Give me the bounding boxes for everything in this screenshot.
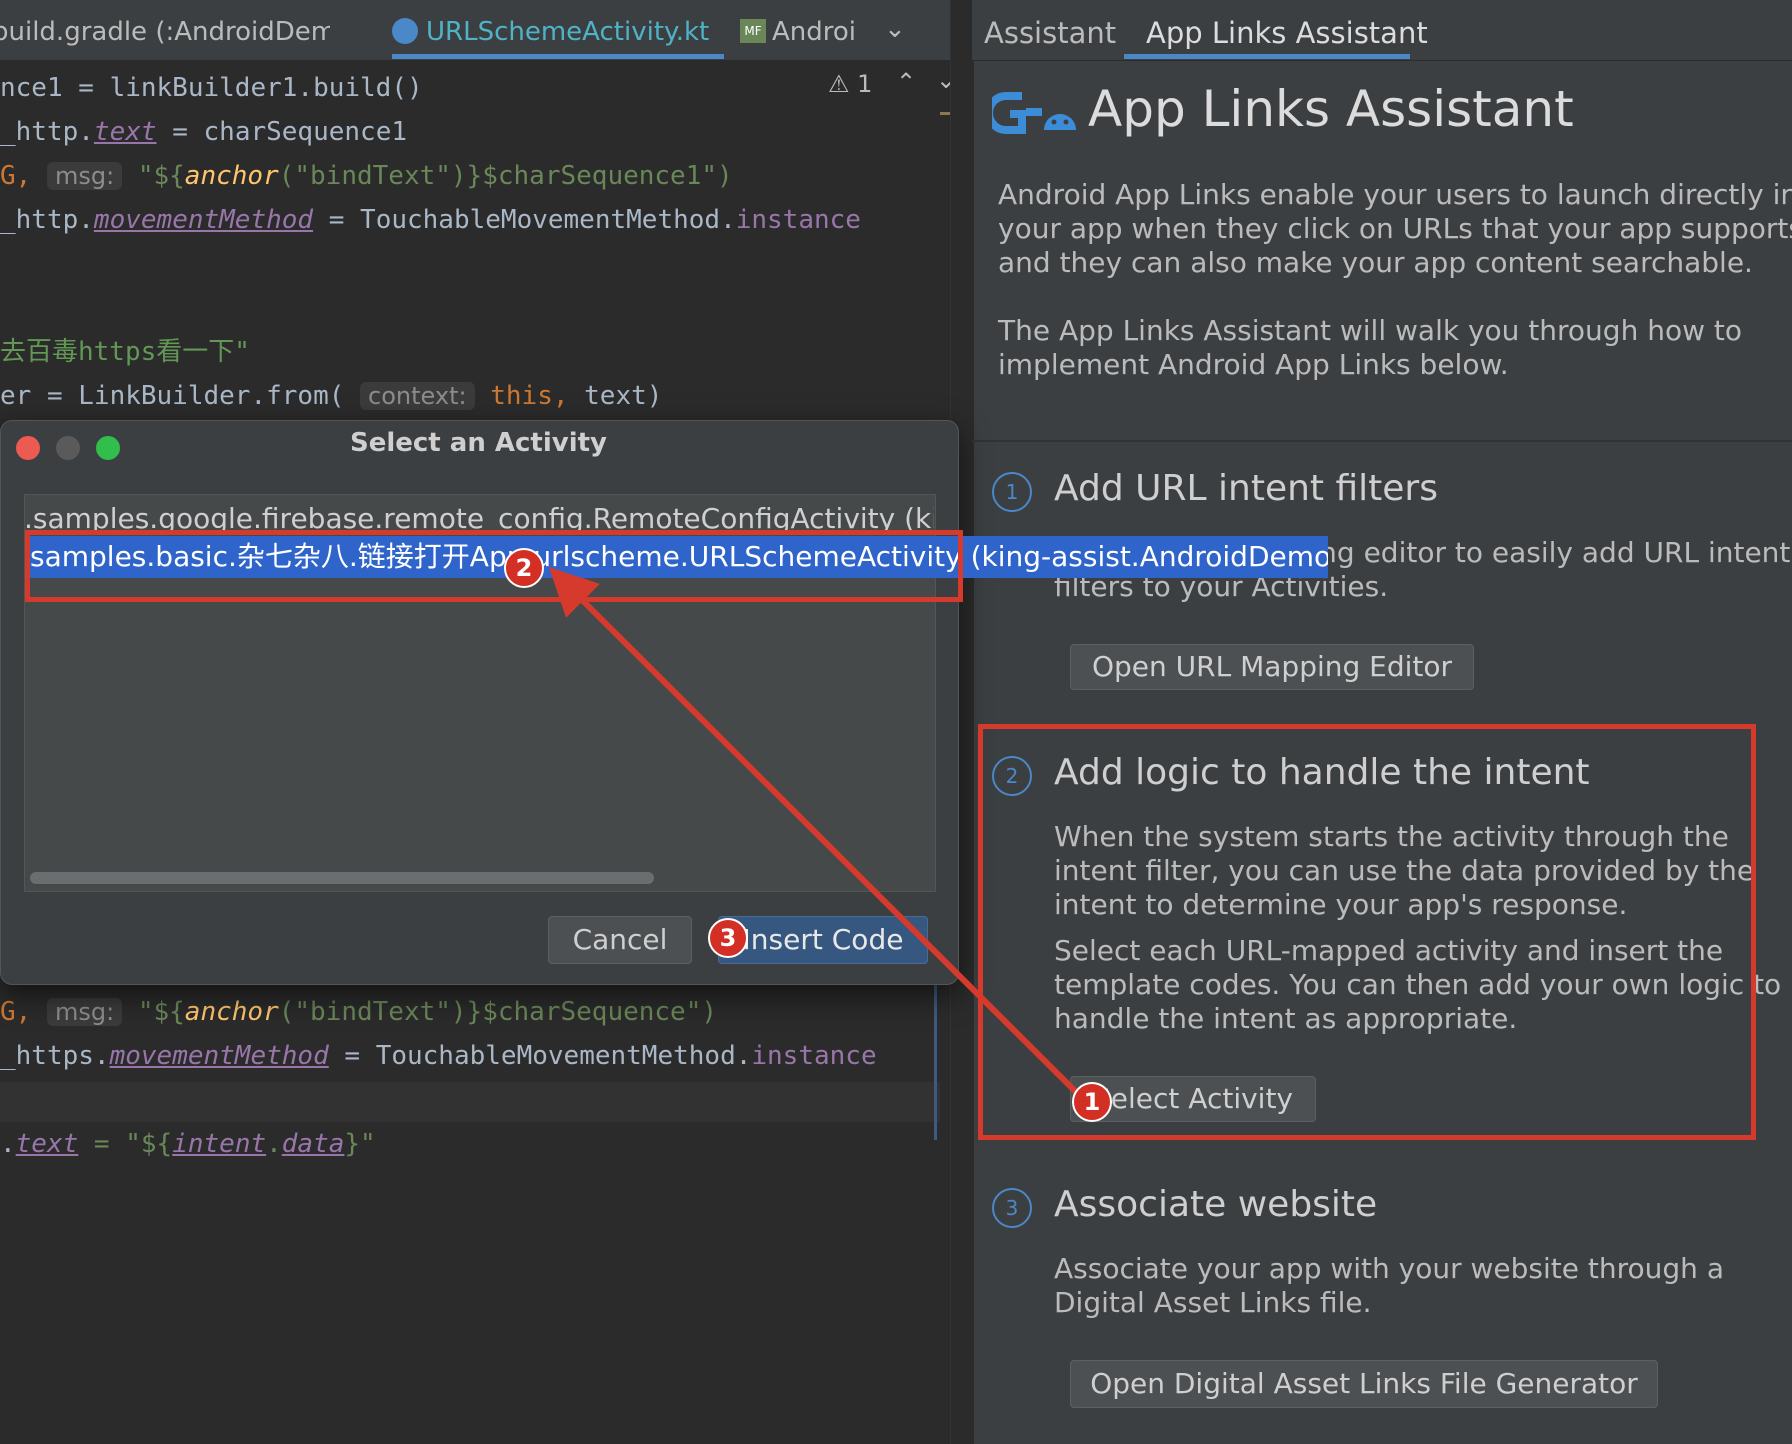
step-badge-2: 2 xyxy=(504,548,544,588)
annotation-arrows xyxy=(548,567,1081,1097)
step-badge-1: 1 xyxy=(1072,1082,1112,1122)
step-badge-3: 3 xyxy=(708,918,748,958)
